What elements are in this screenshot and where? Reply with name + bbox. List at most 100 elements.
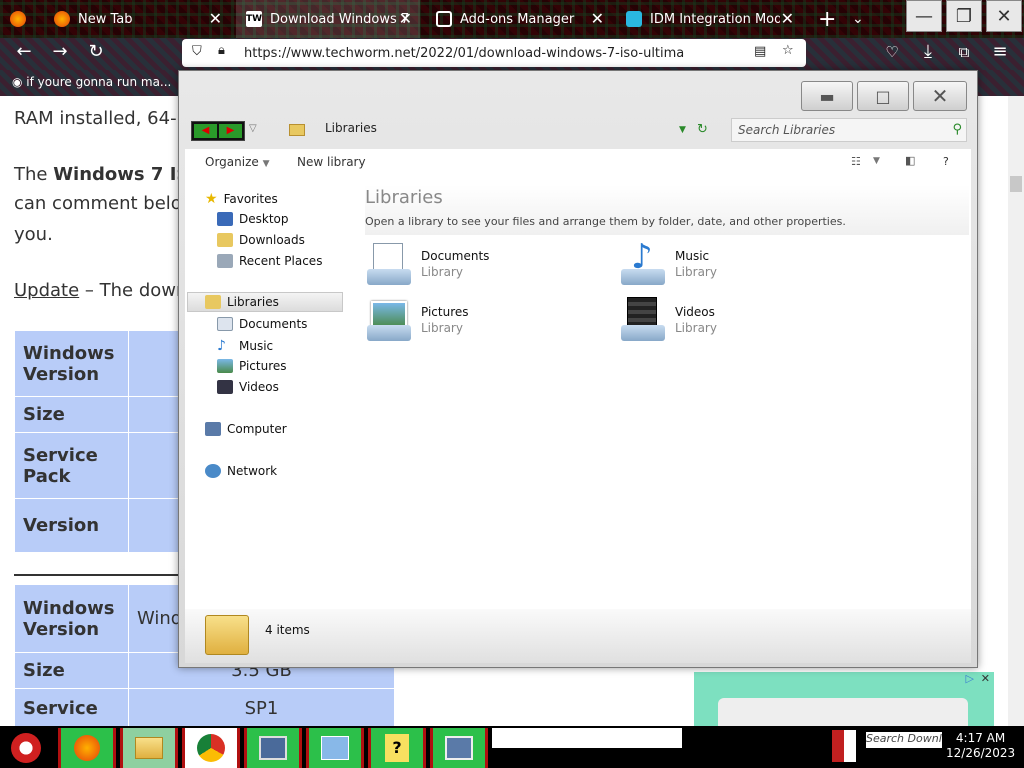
help-button[interactable]: ? <box>943 155 949 168</box>
back-arrow-icon[interactable]: ← <box>12 40 36 64</box>
firefox-icon <box>54 11 70 27</box>
search-input[interactable]: Search Libraries ⚲ <box>731 118 967 142</box>
bookmark-star-icon[interactable]: ☆ <box>782 43 794 58</box>
maximize-button[interactable]: □ <box>857 81 909 111</box>
star-icon: ★ <box>205 191 218 207</box>
library-music[interactable]: ♪ Music Library <box>619 237 717 287</box>
close-tab-icon[interactable]: ✕ <box>209 9 222 28</box>
taskbar-help[interactable]: ? <box>368 728 426 768</box>
refresh-icon[interactable]: ↻ <box>697 122 708 137</box>
nav-music[interactable]: ♪ Music <box>217 338 273 354</box>
chevron-down-icon: ▼ <box>262 159 270 169</box>
history-dropdown-icon[interactable]: ▽ <box>249 123 257 134</box>
nav-desktop[interactable]: Desktop <box>217 212 289 226</box>
nav-downloads[interactable]: Downloads <box>217 233 305 247</box>
start-button[interactable] <box>4 728 48 768</box>
taskbar-firefox[interactable] <box>58 728 116 768</box>
downloads-folder-icon <box>217 233 233 247</box>
system-clock[interactable]: 4:17 AM 12/26/2023 <box>946 731 1015 761</box>
chevron-down-icon[interactable]: ⌄ <box>842 0 872 38</box>
library-documents[interactable]: Documents Library <box>365 241 489 287</box>
advertisement[interactable]: ▷ ✕ <box>694 672 994 726</box>
pictures-library-icon <box>365 297 413 343</box>
address-dropdown-icon[interactable]: ▼ <box>679 125 686 135</box>
remote-desktop-icon <box>259 736 287 760</box>
url-bar[interactable]: ⛉ 🔒︎ https://www.techworm.net/2022/01/do… <box>182 39 806 67</box>
close-tab-icon[interactable]: ✕ <box>399 9 412 28</box>
reload-icon[interactable]: ↻ <box>84 40 108 64</box>
videos-icon <box>217 380 233 394</box>
tab-download-windows[interactable]: TWDownload Windows 7 ISO✕ <box>236 0 420 38</box>
page-scrollbar[interactable] <box>1008 96 1024 726</box>
control-panel-icon <box>321 736 349 760</box>
puzzle-icon <box>436 11 452 27</box>
minimize-browser-button[interactable]: — <box>906 0 942 32</box>
menu-icon[interactable]: ≡ <box>988 40 1012 64</box>
new-library-button[interactable]: New library <box>297 155 366 169</box>
paragraph-text: you. <box>14 224 53 245</box>
tab-new-tab[interactable]: New Tab ✕ <box>44 0 230 38</box>
close-tab-icon[interactable]: ✕ <box>591 9 604 28</box>
view-options-icon[interactable]: ☷ <box>851 155 861 168</box>
nav-libraries[interactable]: Libraries <box>205 295 279 309</box>
close-browser-button[interactable]: ✕ <box>986 0 1022 32</box>
taskbar-explorer[interactable] <box>120 728 178 768</box>
forward-button[interactable]: ▶ <box>219 124 242 138</box>
breadcrumb[interactable]: Libraries <box>325 121 377 135</box>
idm-icon <box>626 11 642 27</box>
nav-computer[interactable]: Computer <box>205 422 287 436</box>
forward-arrow-icon[interactable]: → <box>48 40 72 64</box>
tab-idm-integration[interactable]: IDM Integration Module✕ <box>616 0 802 38</box>
nav-videos[interactable]: Videos <box>217 380 279 394</box>
nav-network[interactable]: Network <box>205 464 277 478</box>
help-icon: ? <box>385 734 409 762</box>
back-button[interactable]: ◀ <box>194 124 217 138</box>
minimize-button[interactable]: ▬ <box>801 81 853 111</box>
firefox-menu-icon[interactable] <box>0 0 36 38</box>
taskbar-computer[interactable] <box>430 728 488 768</box>
library-videos[interactable]: Videos Library <box>619 297 717 343</box>
download-icon[interactable]: ⤓ <box>916 40 940 64</box>
computer-icon <box>445 736 473 760</box>
scrollbar-thumb[interactable] <box>1010 176 1022 192</box>
extensions-icon[interactable]: ⧉ <box>952 40 976 64</box>
status-bar: 4 items <box>185 609 971 663</box>
taskbar-chrome[interactable] <box>182 728 240 768</box>
nav-favorites[interactable]: ★ Favorites <box>205 191 278 207</box>
new-tab-button[interactable]: + <box>808 0 838 38</box>
explorer-icon <box>135 737 163 759</box>
tray-flag-icon[interactable] <box>832 730 856 762</box>
taskbar-remote[interactable] <box>244 728 302 768</box>
library-pictures[interactable]: Pictures Library <box>365 297 469 343</box>
tab-addons-manager[interactable]: Add-ons Manager ✕ <box>426 0 612 38</box>
update-link[interactable]: Update <box>14 280 79 301</box>
bookmark-item[interactable]: ◉ if youre gonna run ma... <box>12 75 171 89</box>
taskbar-control-panel[interactable] <box>306 728 364 768</box>
restore-browser-button[interactable]: ❐ <box>946 0 982 32</box>
search-icon[interactable]: ⚲ <box>952 122 962 137</box>
nav-pictures[interactable]: Pictures <box>217 359 287 373</box>
lock-icon[interactable]: 🔒︎ <box>218 43 225 58</box>
navigation-pane: ★ Favorites Desktop Downloads Recent Plac… <box>185 177 351 609</box>
nav-documents[interactable]: Documents <box>217 317 307 331</box>
url-text[interactable]: https://www.techworm.net/2022/01/downloa… <box>244 46 684 61</box>
close-ad-icon[interactable]: ✕ <box>981 672 990 685</box>
ad-content <box>718 698 968 726</box>
santa-start-icon <box>11 733 41 763</box>
close-button[interactable]: ✕ <box>913 81 967 111</box>
techworm-icon: TW <box>246 11 262 27</box>
organize-button[interactable]: Organize ▼ <box>205 155 270 169</box>
paragraph-text: RAM installed, 64-b <box>14 108 188 129</box>
close-tab-icon[interactable]: ✕ <box>781 9 794 28</box>
libraries-header: Libraries Open a library to see your fil… <box>365 185 969 235</box>
preview-pane-icon[interactable]: ◧ <box>905 154 915 167</box>
reader-view-icon[interactable]: ▤ <box>754 44 766 59</box>
libraries-folder-icon <box>289 124 305 136</box>
shield-icon[interactable]: ⛉ <box>192 44 202 59</box>
nav-recent-places[interactable]: Recent Places <box>217 254 322 268</box>
view-dropdown-icon[interactable]: ▼ <box>873 156 880 166</box>
adchoices-icon[interactable]: ▷ <box>966 672 974 685</box>
pocket-icon[interactable]: ♡ <box>880 40 904 64</box>
taskbar-search[interactable]: Search Downl <box>866 732 942 748</box>
music-library-icon: ♪ <box>619 237 667 287</box>
